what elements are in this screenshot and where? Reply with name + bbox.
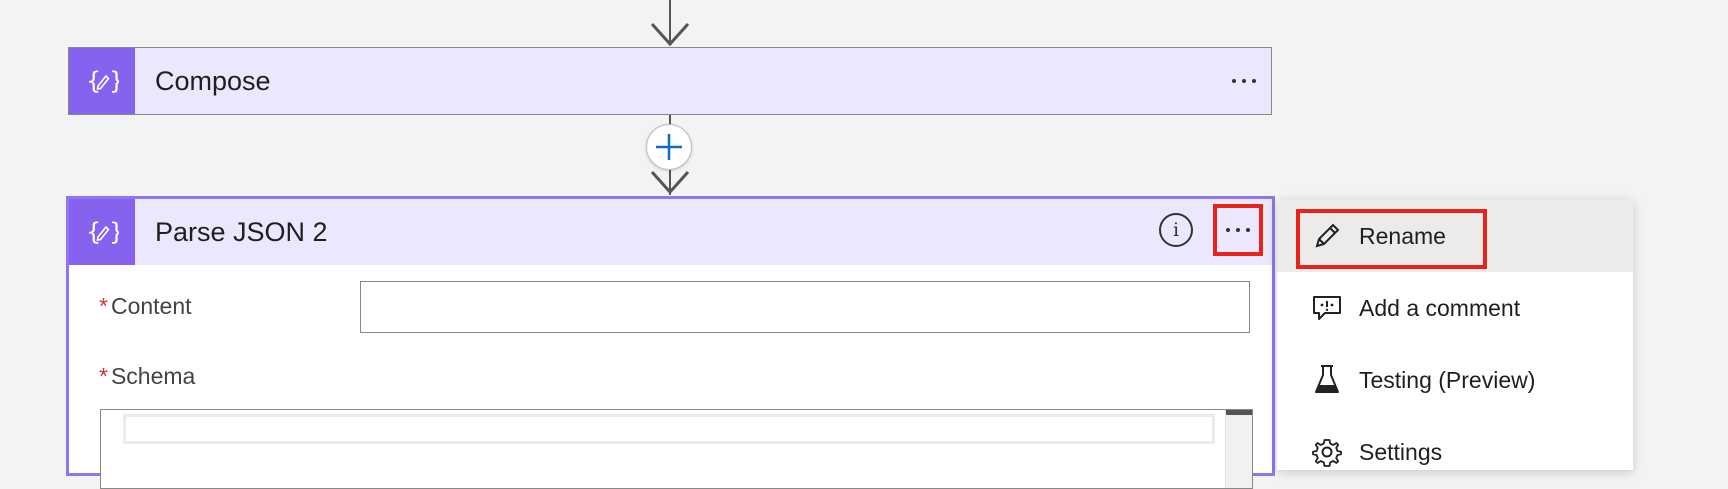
menu-item-settings[interactable]: Settings [1277,416,1633,488]
svg-text:{: { [86,218,101,246]
menu-item-rename[interactable]: Rename [1277,200,1633,272]
add-step-button[interactable] [646,124,692,170]
content-input[interactable] [360,281,1250,333]
menu-item-label: Rename [1359,222,1446,249]
compose-icon: { } [69,48,135,114]
content-label: * Content [99,293,192,320]
more-dot [1246,228,1250,232]
compose-title: Compose [155,66,271,96]
schema-editor[interactable] [100,409,1253,489]
compose-more-button[interactable] [1224,61,1264,101]
more-dot [1242,79,1246,83]
menu-item-label: Add a comment [1359,294,1521,321]
more-dot [1232,79,1236,83]
more-dot [1236,228,1240,232]
menu-item-testing[interactable]: Testing (Preview) [1277,344,1633,416]
required-asterisk: * [99,293,108,319]
gear-icon [1311,436,1343,468]
schema-scrollbar[interactable] [1225,410,1252,488]
svg-text:}: } [109,218,119,246]
arrow-down-icon [650,22,690,47]
parse-json-more-button[interactable] [1213,204,1263,256]
parse-json-card-header[interactable]: { } Parse JSON 2 i [69,199,1272,265]
compose-action-card[interactable]: { } Compose [68,47,1272,115]
parse-json-action-card[interactable]: { } Parse JSON 2 i *Content *Schema [66,196,1275,489]
schema-editor-line[interactable] [123,414,1215,444]
menu-item-label: Settings [1359,438,1443,465]
menu-item-add-comment[interactable]: Add a comment [1277,272,1633,344]
menu-item-label: Testing (Preview) [1359,366,1536,393]
required-asterisk: * [99,363,108,389]
content-label-text: Content [110,293,192,319]
schema-scrollbar-thumb[interactable] [1226,410,1252,415]
more-dot [1226,228,1230,232]
schema-label-text: Schema [110,363,196,389]
action-context-menu: Rename Add a comment Testing (Preview) S… [1277,200,1633,470]
more-dot [1252,79,1256,83]
svg-text:{: { [86,67,101,95]
compose-icon: { } [69,199,135,265]
flask-icon [1311,364,1343,396]
compose-card-header[interactable]: { } Compose [69,48,1271,114]
svg-text:}: } [109,67,119,95]
schema-label: * Schema [99,363,195,390]
plus-icon [656,134,682,160]
info-icon[interactable]: i [1159,213,1193,247]
arrow-down-icon [650,170,690,195]
pencil-icon [1311,220,1343,252]
parse-json-title: Parse JSON 2 [155,217,328,247]
comment-icon [1311,292,1343,324]
